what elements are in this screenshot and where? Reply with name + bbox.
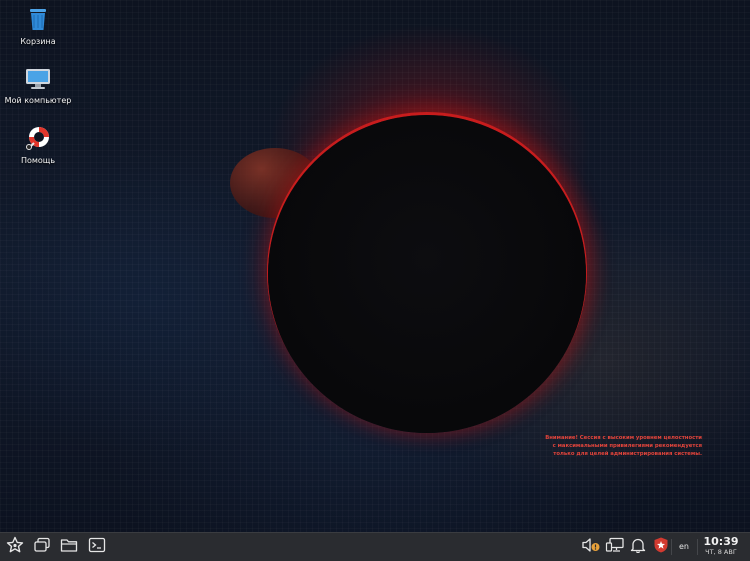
desktop-icon-label: Мой компьютер	[4, 96, 72, 105]
desktop-icon-label: Помощь	[20, 156, 56, 165]
desktop-icon-help[interactable]: Помощь	[3, 125, 73, 165]
desktop-icon-trash[interactable]: Корзина	[3, 6, 73, 46]
computer-monitor-icon	[3, 67, 73, 93]
terminal-button[interactable]	[86, 537, 108, 557]
star-menu-icon	[6, 536, 24, 558]
warning-line: только для целей администрирования систе…	[553, 451, 702, 457]
notifications-tray-button[interactable]	[627, 537, 649, 557]
file-manager-icon	[60, 537, 78, 557]
file-manager-button[interactable]	[58, 537, 80, 557]
clock-time: 10:39	[703, 535, 739, 548]
terminal-icon	[88, 537, 106, 557]
warning-line: с максимальными привилегиями рекомендует…	[552, 443, 702, 449]
volume-muted-icon	[581, 537, 601, 557]
desktop-icon-label: Корзина	[20, 37, 56, 46]
windows-overview-icon	[33, 537, 51, 557]
network-wired-icon	[605, 537, 625, 557]
start-menu-button[interactable]	[4, 536, 26, 558]
wallpaper-eclipse	[268, 115, 586, 433]
windows-overview-button[interactable]	[31, 537, 53, 557]
integrity-warning-text: Внимание! Сессия с высоким уровнем целос…	[532, 434, 702, 458]
desktop-icon-my-computer[interactable]: Мой компьютер	[3, 67, 73, 105]
network-tray-button[interactable]	[604, 537, 626, 557]
security-tray-button[interactable]	[650, 537, 672, 557]
notifications-bell-icon	[629, 537, 647, 557]
lifebuoy-help-icon	[3, 125, 73, 153]
volume-tray-button[interactable]	[580, 537, 602, 557]
security-shield-icon	[652, 536, 670, 558]
warning-line: Внимание! Сессия с высоким уровнем целос…	[545, 435, 702, 441]
clock-date: ЧТ, 8 АВГ	[705, 548, 737, 556]
taskbar: en 10:39 ЧТ, 8 АВГ	[0, 532, 750, 561]
keyboard-layout-indicator[interactable]: en	[673, 540, 695, 554]
trash-bin-icon	[3, 6, 73, 34]
clock-widget[interactable]: 10:39 ЧТ, 8 АВГ	[698, 536, 744, 557]
taskbar-separator	[671, 539, 672, 555]
